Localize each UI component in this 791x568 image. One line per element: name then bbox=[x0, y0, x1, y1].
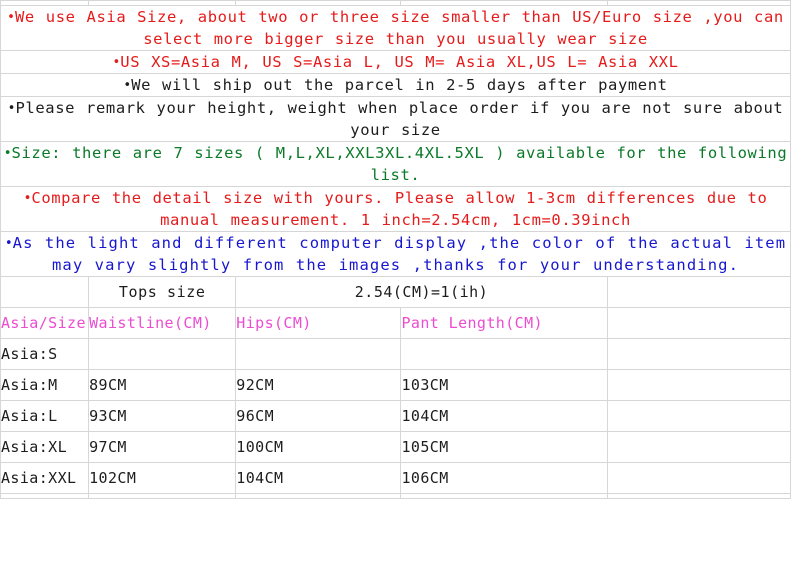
notice-text: We use Asia Size, about two or three siz… bbox=[15, 8, 784, 48]
notice-text: Compare the detail size with yours. Plea… bbox=[31, 189, 768, 229]
cell-pant-length: 106CM bbox=[400, 462, 608, 494]
notice-cell-us-asia-conversion: •US XS=Asia M, US S=Asia L, US M= Asia X… bbox=[0, 50, 791, 74]
sliver-cell bbox=[88, 493, 237, 499]
notice-cell-color-display: •As the light and different computer dis… bbox=[0, 231, 791, 277]
cell-pant-length: 103CM bbox=[400, 369, 608, 401]
notice-row-available-sizes: •Size: there are 7 sizes ( M,L,XL,XXL3XL… bbox=[0, 141, 791, 187]
table-row: Asia:S bbox=[0, 338, 791, 370]
column-header-hips: Hips(CM) bbox=[235, 307, 402, 339]
tops-size-label: Tops size bbox=[88, 276, 237, 308]
notice-cell-shipping: •We will ship out the parcel in 2-5 days… bbox=[0, 73, 791, 97]
table-row: Asia:M 89CM 92CM 103CM bbox=[0, 369, 791, 401]
notice-row-color-display: •As the light and different computer dis… bbox=[0, 231, 791, 277]
cell-hips: 92CM bbox=[235, 369, 402, 401]
unit-conversion-label: 2.54(CM)=1(ih) bbox=[235, 276, 608, 308]
cell-hips: 100CM bbox=[235, 431, 402, 463]
sliver-cell bbox=[606, 493, 791, 499]
size-table-title-row: Tops size 2.54(CM)=1(ih) bbox=[0, 276, 791, 308]
cell-pant-length: 105CM bbox=[400, 431, 608, 463]
title-row-spacer-cell bbox=[0, 276, 90, 308]
notice-row-asia-size: •We use Asia Size, about two or three si… bbox=[0, 5, 791, 51]
table-row: Asia:XXL 102CM 104CM 106CM bbox=[0, 462, 791, 494]
cell-size: Asia:XL bbox=[0, 431, 90, 463]
cell-trailing bbox=[606, 462, 791, 494]
size-chart-sheet: •We use Asia Size, about two or three si… bbox=[0, 0, 791, 499]
cell-size: Asia:L bbox=[0, 400, 90, 432]
sliver-cell bbox=[235, 493, 402, 499]
bullet-icon: • bbox=[3, 145, 12, 161]
size-table-header-row: Asia/Size Waistline(CM) Hips(CM) Pant Le… bbox=[0, 307, 791, 339]
cell-pant-length bbox=[400, 338, 608, 370]
bullet-icon: • bbox=[7, 9, 15, 25]
notice-cell-asia-size: •We use Asia Size, about two or three si… bbox=[0, 5, 791, 51]
table-row: Asia:XL 97CM 100CM 105CM bbox=[0, 431, 791, 463]
notice-text: As the light and different computer disp… bbox=[12, 234, 787, 274]
sliver-cell bbox=[400, 493, 608, 499]
sliver-cell bbox=[0, 493, 90, 499]
cell-hips: 104CM bbox=[235, 462, 402, 494]
cell-pant-length: 104CM bbox=[400, 400, 608, 432]
bullet-icon: • bbox=[7, 100, 16, 116]
notice-row-us-asia-conversion: •US XS=Asia M, US S=Asia L, US M= Asia X… bbox=[0, 50, 791, 74]
cell-size: Asia:S bbox=[0, 338, 90, 370]
cell-trailing bbox=[606, 369, 791, 401]
cell-waistline: 102CM bbox=[88, 462, 237, 494]
cell-trailing bbox=[606, 431, 791, 463]
cell-trailing bbox=[606, 338, 791, 370]
column-header-pant-length: Pant Length(CM) bbox=[400, 307, 608, 339]
cell-waistline: 89CM bbox=[88, 369, 237, 401]
sheet-bottom-sliver-row bbox=[0, 493, 791, 499]
cell-waistline: 97CM bbox=[88, 431, 237, 463]
column-header-asia-size: Asia/Size bbox=[0, 307, 90, 339]
cell-trailing bbox=[606, 400, 791, 432]
notice-text: Please remark your height, weight when p… bbox=[15, 99, 784, 139]
notice-text: Size: there are 7 sizes ( M,L,XL,XXL3XL.… bbox=[11, 144, 788, 184]
notice-cell-remark-measurements: •Please remark your height, weight when … bbox=[0, 96, 791, 142]
notice-text: We will ship out the parcel in 2-5 days … bbox=[131, 76, 668, 94]
cell-waistline bbox=[88, 338, 237, 370]
header-row-trailing-cell bbox=[606, 307, 791, 339]
notice-row-measurement-tolerance: •Compare the detail size with yours. Ple… bbox=[0, 186, 791, 232]
bullet-icon: • bbox=[4, 235, 13, 251]
cell-size: Asia:M bbox=[0, 369, 90, 401]
cell-hips bbox=[235, 338, 402, 370]
table-row: Asia:L 93CM 96CM 104CM bbox=[0, 400, 791, 432]
column-header-waistline: Waistline(CM) bbox=[88, 307, 237, 339]
cell-waistline: 93CM bbox=[88, 400, 237, 432]
notice-row-shipping: •We will ship out the parcel in 2-5 days… bbox=[0, 73, 791, 97]
notice-row-remark-measurements: •Please remark your height, weight when … bbox=[0, 96, 791, 142]
title-row-trailing-cell bbox=[606, 276, 791, 308]
notice-cell-available-sizes: •Size: there are 7 sizes ( M,L,XL,XXL3XL… bbox=[0, 141, 791, 187]
notice-text: US XS=Asia M, US S=Asia L, US M= Asia XL… bbox=[120, 53, 679, 71]
notice-cell-measurement-tolerance: •Compare the detail size with yours. Ple… bbox=[0, 186, 791, 232]
cell-size: Asia:XXL bbox=[0, 462, 90, 494]
cell-hips: 96CM bbox=[235, 400, 402, 432]
